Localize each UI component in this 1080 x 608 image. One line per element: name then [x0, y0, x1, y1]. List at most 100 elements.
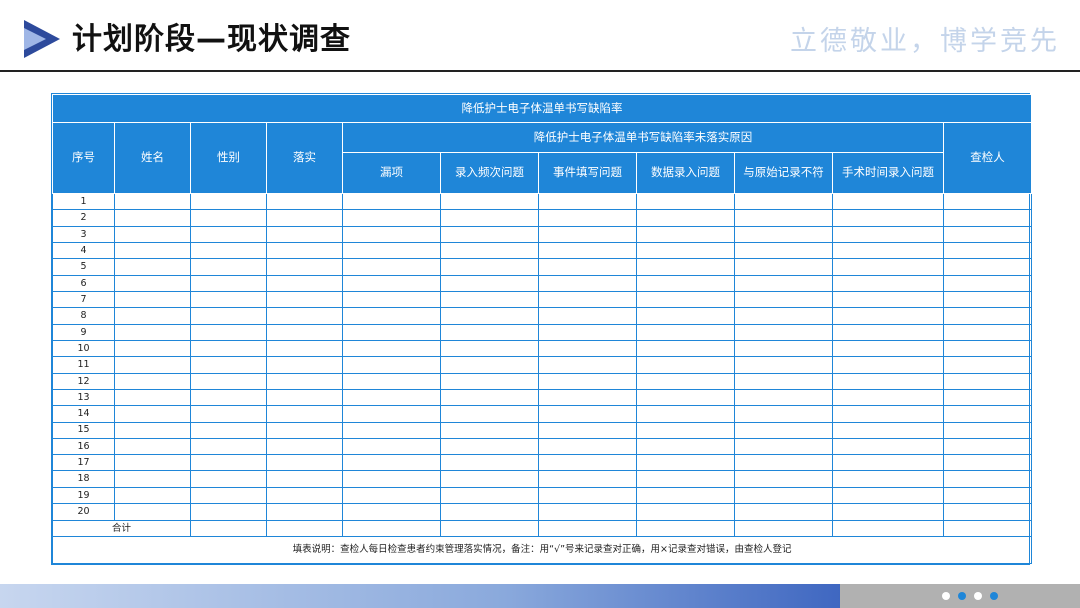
table-cell[interactable]: [440, 503, 539, 521]
table-cell[interactable]: [266, 454, 343, 472]
total-cell[interactable]: [190, 519, 267, 537]
table-cell[interactable]: [942, 421, 1033, 439]
table-cell[interactable]: [538, 388, 637, 407]
table-cell[interactable]: [440, 274, 539, 293]
table-cell[interactable]: [342, 209, 441, 227]
table-cell[interactable]: [190, 323, 267, 341]
table-cell[interactable]: [734, 274, 833, 293]
table-cell[interactable]: [266, 193, 343, 211]
table-cell[interactable]: [734, 193, 833, 211]
table-cell[interactable]: [114, 258, 191, 276]
table-cell[interactable]: [832, 454, 944, 472]
table-cell[interactable]: [734, 242, 833, 260]
table-cell[interactable]: [832, 372, 944, 390]
table-cell[interactable]: [942, 454, 1033, 472]
table-cell[interactable]: [942, 291, 1033, 309]
table-cell[interactable]: [832, 437, 944, 456]
table-cell[interactable]: [636, 388, 735, 407]
table-cell[interactable]: [190, 372, 267, 390]
table-cell[interactable]: [832, 258, 944, 276]
table-cell[interactable]: [832, 470, 944, 488]
table-cell[interactable]: [538, 339, 637, 358]
table-cell[interactable]: [114, 503, 191, 521]
table-cell[interactable]: [440, 323, 539, 341]
table-cell[interactable]: [266, 291, 343, 309]
table-cell[interactable]: [190, 486, 267, 505]
table-cell[interactable]: [734, 258, 833, 276]
table-cell[interactable]: [734, 372, 833, 390]
table-cell[interactable]: [440, 421, 539, 439]
table-cell[interactable]: [342, 225, 441, 244]
table-cell[interactable]: [942, 339, 1033, 358]
table-cell[interactable]: [942, 209, 1033, 227]
table-cell[interactable]: [636, 372, 735, 390]
table-cell[interactable]: [266, 339, 343, 358]
table-cell[interactable]: [266, 356, 343, 374]
table-cell[interactable]: [636, 421, 735, 439]
table-cell[interactable]: [538, 470, 637, 488]
table-cell[interactable]: [942, 437, 1033, 456]
table-cell[interactable]: [190, 307, 267, 325]
table-cell[interactable]: [538, 486, 637, 505]
table-cell[interactable]: [440, 258, 539, 276]
table-cell[interactable]: [538, 307, 637, 325]
table-cell[interactable]: [266, 437, 343, 456]
table-cell[interactable]: [636, 323, 735, 341]
table-cell[interactable]: [266, 258, 343, 276]
table-cell[interactable]: [342, 421, 441, 439]
table-cell[interactable]: [114, 242, 191, 260]
table-cell[interactable]: [538, 323, 637, 341]
table-cell[interactable]: [266, 503, 343, 521]
total-cell[interactable]: [538, 519, 637, 537]
table-cell[interactable]: [636, 356, 735, 374]
table-cell[interactable]: [114, 323, 191, 341]
table-cell[interactable]: [440, 209, 539, 227]
table-cell[interactable]: [734, 209, 833, 227]
table-cell[interactable]: [636, 437, 735, 456]
table-cell[interactable]: [832, 274, 944, 293]
table-cell[interactable]: [114, 274, 191, 293]
table-cell[interactable]: [942, 274, 1033, 293]
table-cell[interactable]: [114, 193, 191, 211]
table-cell[interactable]: [636, 486, 735, 505]
table-cell[interactable]: [342, 388, 441, 407]
table-cell[interactable]: [342, 372, 441, 390]
table-cell[interactable]: [190, 437, 267, 456]
table-cell[interactable]: [266, 388, 343, 407]
table-cell[interactable]: [538, 503, 637, 521]
table-cell[interactable]: [734, 503, 833, 521]
table-cell[interactable]: [636, 193, 735, 211]
table-cell[interactable]: [942, 486, 1033, 505]
table-cell[interactable]: [440, 225, 539, 244]
table-cell[interactable]: [538, 421, 637, 439]
table-cell[interactable]: [832, 486, 944, 505]
table-cell[interactable]: [636, 225, 735, 244]
table-cell[interactable]: [538, 274, 637, 293]
table-cell[interactable]: [342, 291, 441, 309]
table-cell[interactable]: [538, 225, 637, 244]
total-cell[interactable]: [942, 519, 1033, 537]
table-cell[interactable]: [190, 258, 267, 276]
table-cell[interactable]: [440, 470, 539, 488]
table-cell[interactable]: [538, 291, 637, 309]
table-cell[interactable]: [266, 323, 343, 341]
table-cell[interactable]: [342, 405, 441, 423]
table-cell[interactable]: [440, 405, 539, 423]
table-cell[interactable]: [266, 274, 343, 293]
table-cell[interactable]: [190, 454, 267, 472]
table-cell[interactable]: [636, 274, 735, 293]
table-cell[interactable]: [942, 356, 1033, 374]
table-cell[interactable]: [636, 454, 735, 472]
table-cell[interactable]: [114, 454, 191, 472]
table-cell[interactable]: [734, 291, 833, 309]
table-cell[interactable]: [440, 291, 539, 309]
table-cell[interactable]: [942, 503, 1033, 521]
table-cell[interactable]: [342, 356, 441, 374]
total-cell[interactable]: [266, 519, 343, 537]
table-cell[interactable]: [832, 291, 944, 309]
total-cell[interactable]: [636, 519, 735, 537]
table-cell[interactable]: [266, 225, 343, 244]
total-cell[interactable]: [734, 519, 833, 537]
table-cell[interactable]: [832, 388, 944, 407]
table-cell[interactable]: [342, 307, 441, 325]
